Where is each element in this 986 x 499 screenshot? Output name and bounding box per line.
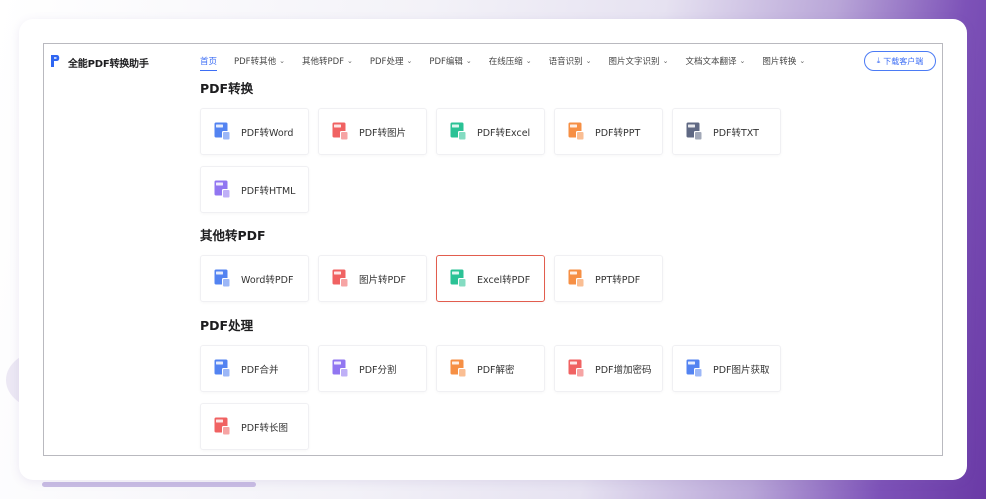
nav-item-label: 语音识别 xyxy=(548,57,583,67)
pdf-to-image-icon xyxy=(332,122,349,141)
pdf-to-excel-icon xyxy=(450,122,467,141)
tool-tile[interactable]: PDF转TXT xyxy=(672,108,781,155)
logo-icon[interactable] xyxy=(49,54,61,68)
chevron-down-icon: ⌄ xyxy=(799,57,806,65)
top-nav: 全能PDF转换助手 首页 PDF转其他 ⌄ 其他转PDF ⌄ PDF处理 ⌄ PDF编辑 ⌄ 在线… xyxy=(44,44,942,78)
tool-label: PDF图片获取 xyxy=(713,364,770,376)
brand-title[interactable]: 全能PDF转换助手 xyxy=(68,55,149,70)
nav-item-7[interactable]: 图片文字识别 ⌄ xyxy=(609,44,669,78)
tool-tile[interactable]: Excel转PDF xyxy=(436,255,545,302)
image-to-pdf-icon xyxy=(332,269,349,288)
ppt-to-pdf-icon xyxy=(568,269,585,288)
tool-tile[interactable]: PPT转PDF xyxy=(554,255,663,302)
tool-tile[interactable]: PDF合并 xyxy=(200,345,309,392)
nav-item-6[interactable]: 语音识别 ⌄ xyxy=(549,44,592,78)
tool-label: 图片转PDF xyxy=(359,274,407,286)
nav-item-label: 在线压缩 xyxy=(488,57,523,67)
browser-frame: 全能PDF转换助手 首页 PDF转其他 ⌄ 其他转PDF ⌄ PDF处理 ⌄ PDF编辑 ⌄ 在线… xyxy=(43,43,943,456)
tool-tile[interactable]: 图片转PDF xyxy=(318,255,427,302)
nav-item-label: 图片转换 xyxy=(762,57,797,67)
nav-item-4[interactable]: PDF编辑 ⌄ xyxy=(429,44,471,78)
nav-item-label: 文档文本翻译 xyxy=(685,57,737,67)
chevron-down-icon: ⌄ xyxy=(465,57,472,65)
pdf-decrypt-icon xyxy=(450,359,467,378)
pdf-extract-images-icon xyxy=(686,359,703,378)
pdf-to-txt-icon xyxy=(686,122,703,141)
tool-tile[interactable]: PDF转图片 xyxy=(318,108,427,155)
pdf-split-icon xyxy=(332,359,349,378)
tool-tile[interactable]: PDF转长图 xyxy=(200,403,309,450)
nav-item-3[interactable]: PDF处理 ⌄ xyxy=(370,44,412,78)
tool-label: PDF增加密码 xyxy=(595,364,652,376)
nav-item-1[interactable]: PDF转其他 ⌄ xyxy=(234,44,285,78)
nav-item-8[interactable]: 文档文本翻译 ⌄ xyxy=(685,44,745,78)
download-icon: ⤓ xyxy=(876,56,881,65)
section-title: PDF处理 xyxy=(200,318,254,333)
tool-label: PDF转TXT xyxy=(713,127,759,139)
nav-item-label: 其他转PDF xyxy=(301,57,345,67)
tool-label: PDF转Excel xyxy=(477,127,531,139)
nav-item-2[interactable]: 其他转PDF ⌄ xyxy=(302,44,353,78)
tool-label: PDF转Word xyxy=(241,127,294,139)
tool-label: PDF转HTML xyxy=(241,185,296,197)
tool-label: PDF转图片 xyxy=(359,127,407,139)
download-client-button[interactable]: ⤓ 下载客户端 xyxy=(864,51,936,71)
tool-tile[interactable]: PDF转HTML xyxy=(200,166,309,213)
bottom-progress-bar xyxy=(42,482,256,487)
section-title: 其他转PDF xyxy=(200,228,266,243)
chevron-down-icon: ⌄ xyxy=(279,57,285,65)
tool-tile[interactable]: PDF解密 xyxy=(436,345,545,392)
tool-tile[interactable]: PDF转PPT xyxy=(554,108,663,155)
pdf-merge-icon xyxy=(214,359,231,378)
tool-tile[interactable]: PDF转Word xyxy=(200,108,309,155)
nav-item-0[interactable]: 首页 xyxy=(200,44,218,78)
pdf-to-word-icon xyxy=(214,122,231,141)
main-menu: 首页 PDF转其他 ⌄ 其他转PDF ⌄ PDF处理 ⌄ PDF编辑 ⌄ 在线压缩 ⌄ 语音识别 ⌄ 图片… xyxy=(200,44,822,78)
pdf-to-ppt-icon xyxy=(568,122,585,141)
chevron-down-icon: ⌄ xyxy=(406,57,413,65)
section-title: PDF转换 xyxy=(200,81,254,96)
tool-label: PDF合并 xyxy=(241,364,279,376)
word-to-pdf-icon xyxy=(214,269,231,288)
tool-tile[interactable]: PDF转Excel xyxy=(436,108,545,155)
tool-tile[interactable]: PDF图片获取 xyxy=(672,345,781,392)
nav-item-9[interactable]: 图片转换 ⌄ xyxy=(762,44,805,78)
chevron-down-icon: ⌄ xyxy=(662,57,669,65)
tool-label: PDF分割 xyxy=(359,364,397,376)
tool-label: Excel转PDF xyxy=(477,274,531,286)
chevron-down-icon: ⌄ xyxy=(347,57,353,65)
tool-label: PDF转长图 xyxy=(241,422,289,434)
nav-item-label: PDF转其他 xyxy=(234,57,277,67)
excel-to-pdf-icon xyxy=(450,269,467,288)
chevron-down-icon: ⌄ xyxy=(525,57,532,65)
tool-label: PDF转PPT xyxy=(595,127,641,139)
download-label: 下载客户端 xyxy=(883,56,924,66)
pdf-add-password-icon xyxy=(568,359,585,378)
tool-label: PPT转PDF xyxy=(595,274,641,286)
nav-item-label: PDF处理 xyxy=(369,57,404,67)
tool-tile[interactable]: PDF分割 xyxy=(318,345,427,392)
pdf-to-long-image-icon xyxy=(214,417,231,436)
tool-tile[interactable]: Word转PDF xyxy=(200,255,309,302)
chevron-down-icon: ⌄ xyxy=(739,57,746,65)
nav-item-label: 图片文字识别 xyxy=(608,57,660,67)
tool-label: Word转PDF xyxy=(241,274,294,286)
nav-item-label: PDF编辑 xyxy=(429,57,463,67)
nav-item-5[interactable]: 在线压缩 ⌄ xyxy=(489,44,532,78)
pdf-to-html-icon xyxy=(214,180,231,199)
nav-item-label: 首页 xyxy=(200,57,218,67)
tool-label: PDF解密 xyxy=(477,364,515,376)
tool-tile[interactable]: PDF增加密码 xyxy=(554,345,663,392)
chevron-down-icon: ⌄ xyxy=(585,57,592,65)
